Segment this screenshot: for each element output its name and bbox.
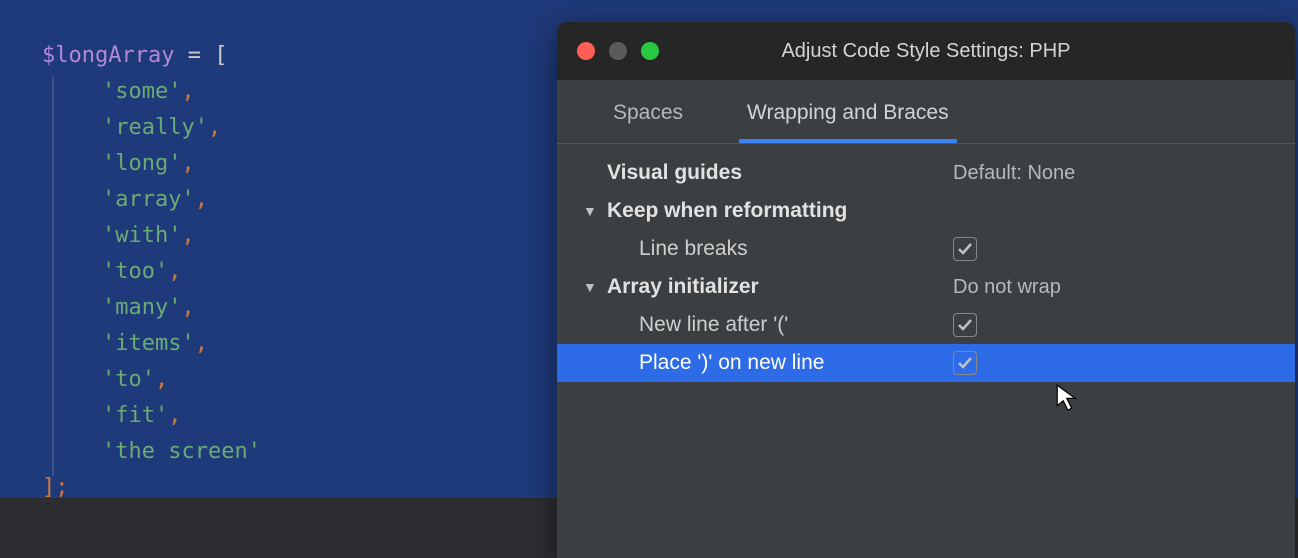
- place-close-paren-checkbox[interactable]: [953, 351, 977, 375]
- assign-token: = [: [174, 43, 227, 68]
- setting-label: New line after '(': [583, 313, 788, 337]
- settings-tree: Visual guides Default: None ▼ Keep when …: [557, 144, 1295, 382]
- dialog-titlebar[interactable]: Adjust Code Style Settings: PHP: [557, 22, 1295, 80]
- tab-wrapping-and-braces[interactable]: Wrapping and Braces: [739, 101, 957, 143]
- setting-label: Place ')' on new line: [583, 351, 824, 375]
- indent-guide: [52, 76, 54, 476]
- setting-row-visual-guides[interactable]: Visual guides Default: None: [557, 154, 1295, 192]
- chevron-down-icon[interactable]: ▼: [583, 203, 601, 219]
- setting-row-place-close-paren-new-line[interactable]: Place ')' on new line: [557, 344, 1295, 382]
- tab-bar: Spaces Wrapping and Braces: [557, 80, 1295, 144]
- line-breaks-checkbox[interactable]: [953, 237, 977, 261]
- chevron-down-icon[interactable]: ▼: [583, 279, 601, 295]
- setting-label: Keep when reformatting: [607, 199, 847, 223]
- setting-label: Visual guides: [607, 161, 742, 185]
- setting-value[interactable]: Do not wrap: [953, 276, 1061, 299]
- new-line-after-checkbox[interactable]: [953, 313, 977, 337]
- dialog-title: Adjust Code Style Settings: PHP: [557, 40, 1295, 63]
- setting-label: Array initializer: [607, 275, 759, 299]
- tab-spaces[interactable]: Spaces: [605, 101, 691, 143]
- variable-token: $longArray: [42, 43, 174, 68]
- code-style-dialog: Adjust Code Style Settings: PHP Spaces W…: [557, 22, 1295, 558]
- setting-row-keep-when-reformatting[interactable]: ▼ Keep when reformatting: [557, 192, 1295, 230]
- setting-row-line-breaks[interactable]: Line breaks: [557, 230, 1295, 268]
- setting-row-array-initializer[interactable]: ▼ Array initializer Do not wrap: [557, 268, 1295, 306]
- setting-row-new-line-after-open-paren[interactable]: New line after '(': [557, 306, 1295, 344]
- setting-label: Line breaks: [583, 237, 748, 261]
- setting-value[interactable]: Default: None: [953, 162, 1075, 185]
